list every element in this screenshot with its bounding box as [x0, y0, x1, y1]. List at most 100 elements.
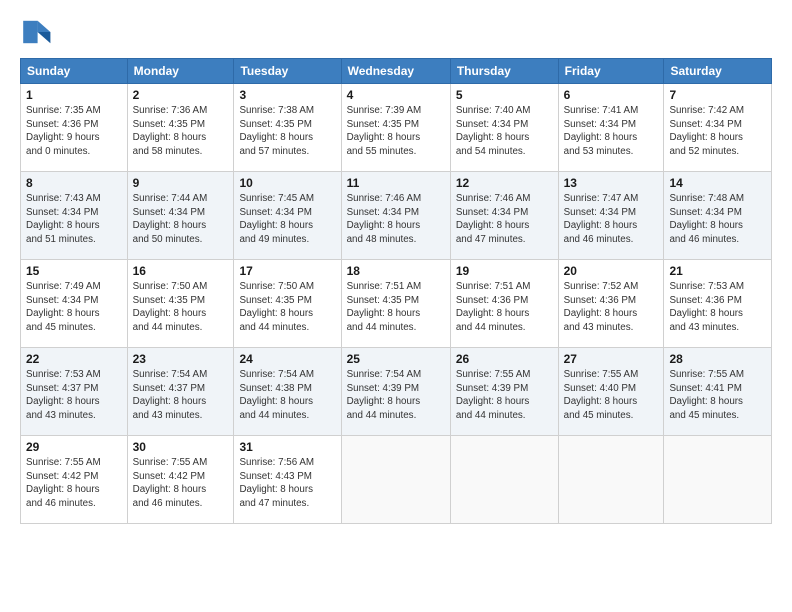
calendar-cell: 6 Sunrise: 7:41 AMSunset: 4:34 PMDaylight… [558, 84, 664, 172]
day-detail: Sunrise: 7:41 AMSunset: 4:34 PMDaylight:… [564, 104, 659, 159]
day-detail: Sunrise: 7:40 AMSunset: 4:34 PMDaylight:… [456, 104, 553, 159]
calendar-cell [558, 436, 664, 524]
calendar-cell: 2 Sunrise: 7:36 AMSunset: 4:35 PMDaylight… [127, 84, 234, 172]
day-detail: Sunrise: 7:52 AMSunset: 4:36 PMDaylight:… [564, 280, 659, 335]
day-number: 1 [26, 88, 122, 102]
day-detail: Sunrise: 7:42 AMSunset: 4:34 PMDaylight:… [669, 104, 766, 159]
day-number: 31 [239, 440, 335, 454]
calendar-cell: 28 Sunrise: 7:55 AMSunset: 4:41 PMDayligh… [664, 348, 772, 436]
day-detail: Sunrise: 7:47 AMSunset: 4:34 PMDaylight:… [564, 192, 659, 247]
calendar-cell: 3 Sunrise: 7:38 AMSunset: 4:35 PMDaylight… [234, 84, 341, 172]
day-number: 25 [347, 352, 445, 366]
calendar-cell: 8Sunrise: 7:43 AMSunset: 4:34 PMDaylight… [21, 172, 128, 260]
day-number: 11 [347, 176, 445, 190]
day-number: 26 [456, 352, 553, 366]
day-number: 16 [133, 264, 229, 278]
day-detail: Sunrise: 7:48 AMSunset: 4:34 PMDaylight:… [669, 192, 766, 247]
day-detail: Sunrise: 7:45 AMSunset: 4:34 PMDaylight:… [239, 192, 335, 247]
day-number: 18 [347, 264, 445, 278]
day-number: 27 [564, 352, 659, 366]
calendar-cell: 25 Sunrise: 7:54 AMSunset: 4:39 PMDayligh… [341, 348, 450, 436]
day-number: 14 [669, 176, 766, 190]
day-detail: Sunrise: 7:36 AMSunset: 4:35 PMDaylight:… [133, 104, 229, 159]
weekday-header-tuesday: Tuesday [234, 59, 341, 84]
day-number: 20 [564, 264, 659, 278]
weekday-header-thursday: Thursday [450, 59, 558, 84]
day-detail: Sunrise: 7:54 AMSunset: 4:37 PMDaylight:… [133, 368, 229, 423]
day-detail: Sunrise: 7:55 AMSunset: 4:41 PMDaylight:… [669, 368, 766, 423]
calendar-cell: 11 Sunrise: 7:46 AMSunset: 4:34 PMDayligh… [341, 172, 450, 260]
day-number: 29 [26, 440, 122, 454]
day-detail: Sunrise: 7:51 AMSunset: 4:36 PMDaylight:… [456, 280, 553, 335]
day-detail: Sunrise: 7:38 AMSunset: 4:35 PMDaylight:… [239, 104, 335, 159]
day-number: 4 [347, 88, 445, 102]
day-detail: Sunrise: 7:43 AMSunset: 4:34 PMDaylight:… [26, 192, 122, 247]
day-number: 2 [133, 88, 229, 102]
week-row-1: 1 Sunrise: 7:35 AMSunset: 4:36 PMDaylight… [21, 84, 772, 172]
header [20, 16, 772, 48]
calendar-cell: 19 Sunrise: 7:51 AMSunset: 4:36 PMDayligh… [450, 260, 558, 348]
day-number: 24 [239, 352, 335, 366]
day-number: 22 [26, 352, 122, 366]
day-number: 19 [456, 264, 553, 278]
calendar-cell: 20 Sunrise: 7:52 AMSunset: 4:36 PMDayligh… [558, 260, 664, 348]
day-detail: Sunrise: 7:49 AMSunset: 4:34 PMDaylight:… [26, 280, 122, 335]
day-number: 30 [133, 440, 229, 454]
calendar-cell: 16Sunrise: 7:50 AMSunset: 4:35 PMDayligh… [127, 260, 234, 348]
calendar-cell [664, 436, 772, 524]
day-number: 23 [133, 352, 229, 366]
day-number: 21 [669, 264, 766, 278]
weekday-header-monday: Monday [127, 59, 234, 84]
weekday-header-friday: Friday [558, 59, 664, 84]
day-detail: Sunrise: 7:51 AMSunset: 4:35 PMDaylight:… [347, 280, 445, 335]
day-detail: Sunrise: 7:55 AMSunset: 4:42 PMDaylight:… [26, 456, 122, 511]
day-detail: Sunrise: 7:46 AMSunset: 4:34 PMDaylight:… [456, 192, 553, 247]
calendar-cell: 15 Sunrise: 7:49 AMSunset: 4:34 PMDayligh… [21, 260, 128, 348]
day-number: 10 [239, 176, 335, 190]
day-number: 12 [456, 176, 553, 190]
calendar-cell: 13 Sunrise: 7:47 AMSunset: 4:34 PMDayligh… [558, 172, 664, 260]
weekday-header-saturday: Saturday [664, 59, 772, 84]
calendar-cell: 4 Sunrise: 7:39 AMSunset: 4:35 PMDaylight… [341, 84, 450, 172]
day-number: 15 [26, 264, 122, 278]
week-row-2: 8Sunrise: 7:43 AMSunset: 4:34 PMDaylight… [21, 172, 772, 260]
day-detail: Sunrise: 7:46 AMSunset: 4:34 PMDaylight:… [347, 192, 445, 247]
calendar-cell: 31Sunrise: 7:56 AMSunset: 4:43 PMDayligh… [234, 436, 341, 524]
calendar-cell: 30 Sunrise: 7:55 AMSunset: 4:42 PMDayligh… [127, 436, 234, 524]
calendar-cell: 10 Sunrise: 7:45 AMSunset: 4:34 PMDayligh… [234, 172, 341, 260]
day-number: 7 [669, 88, 766, 102]
page: SundayMondayTuesdayWednesdayThursdayFrid… [0, 0, 792, 612]
calendar-cell: 1 Sunrise: 7:35 AMSunset: 4:36 PMDaylight… [21, 84, 128, 172]
calendar-cell: 26 Sunrise: 7:55 AMSunset: 4:39 PMDayligh… [450, 348, 558, 436]
calendar-table: SundayMondayTuesdayWednesdayThursdayFrid… [20, 58, 772, 524]
day-number: 13 [564, 176, 659, 190]
calendar-cell: 17Sunrise: 7:50 AMSunset: 4:35 PMDayligh… [234, 260, 341, 348]
calendar-cell: 22 Sunrise: 7:53 AMSunset: 4:37 PMDayligh… [21, 348, 128, 436]
day-detail: Sunrise: 7:50 AMSunset: 4:35 PMDaylight:… [239, 280, 335, 335]
calendar-cell: 7 Sunrise: 7:42 AMSunset: 4:34 PMDaylight… [664, 84, 772, 172]
calendar-cell: 21Sunrise: 7:53 AMSunset: 4:36 PMDayligh… [664, 260, 772, 348]
calendar-cell: 24 Sunrise: 7:54 AMSunset: 4:38 PMDayligh… [234, 348, 341, 436]
day-detail: Sunrise: 7:54 AMSunset: 4:39 PMDaylight:… [347, 368, 445, 423]
weekday-header-row: SundayMondayTuesdayWednesdayThursdayFrid… [21, 59, 772, 84]
logo-icon [20, 16, 52, 48]
calendar-cell: 5Sunrise: 7:40 AMSunset: 4:34 PMDaylight… [450, 84, 558, 172]
weekday-header-wednesday: Wednesday [341, 59, 450, 84]
day-detail: Sunrise: 7:55 AMSunset: 4:42 PMDaylight:… [133, 456, 229, 511]
day-detail: Sunrise: 7:54 AMSunset: 4:38 PMDaylight:… [239, 368, 335, 423]
day-detail: Sunrise: 7:55 AMSunset: 4:40 PMDaylight:… [564, 368, 659, 423]
week-row-5: 29 Sunrise: 7:55 AMSunset: 4:42 PMDayligh… [21, 436, 772, 524]
day-detail: Sunrise: 7:53 AMSunset: 4:37 PMDaylight:… [26, 368, 122, 423]
calendar-cell: 9Sunrise: 7:44 AMSunset: 4:34 PMDaylight… [127, 172, 234, 260]
week-row-4: 22 Sunrise: 7:53 AMSunset: 4:37 PMDayligh… [21, 348, 772, 436]
day-number: 3 [239, 88, 335, 102]
day-detail: Sunrise: 7:39 AMSunset: 4:35 PMDaylight:… [347, 104, 445, 159]
day-detail: Sunrise: 7:44 AMSunset: 4:34 PMDaylight:… [133, 192, 229, 247]
calendar-cell: 29 Sunrise: 7:55 AMSunset: 4:42 PMDayligh… [21, 436, 128, 524]
day-number: 6 [564, 88, 659, 102]
week-row-3: 15 Sunrise: 7:49 AMSunset: 4:34 PMDayligh… [21, 260, 772, 348]
calendar-cell: 14 Sunrise: 7:48 AMSunset: 4:34 PMDayligh… [664, 172, 772, 260]
day-detail: Sunrise: 7:35 AMSunset: 4:36 PMDaylight:… [26, 104, 122, 159]
day-detail: Sunrise: 7:55 AMSunset: 4:39 PMDaylight:… [456, 368, 553, 423]
day-number: 28 [669, 352, 766, 366]
